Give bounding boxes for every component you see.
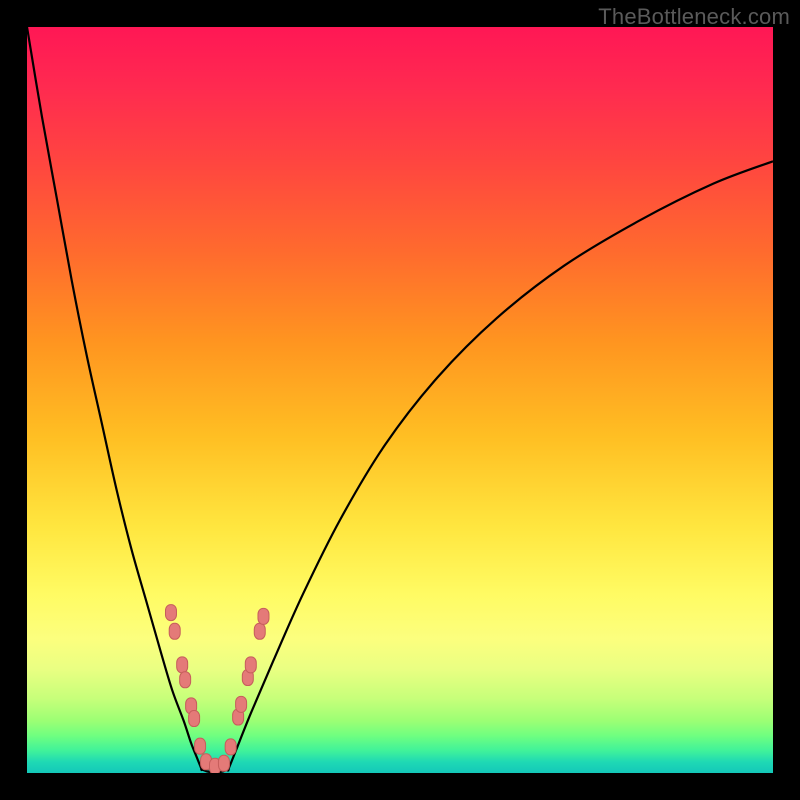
bead-marker bbox=[254, 623, 265, 639]
bead-marker bbox=[177, 657, 188, 673]
bead-marker bbox=[225, 739, 236, 755]
bead-marker bbox=[180, 672, 191, 688]
bottleneck-curve bbox=[27, 27, 773, 772]
watermark-text: TheBottleneck.com bbox=[598, 4, 790, 30]
bead-marker bbox=[258, 608, 269, 624]
chart-svg bbox=[27, 27, 773, 773]
plot-frame bbox=[27, 27, 773, 773]
bead-marker bbox=[218, 755, 229, 771]
bead-marker bbox=[189, 711, 200, 727]
bead-marker bbox=[169, 623, 180, 639]
bead-group bbox=[165, 605, 269, 773]
bead-marker bbox=[165, 605, 176, 621]
curve-group bbox=[27, 27, 773, 772]
bead-marker bbox=[245, 657, 256, 673]
bead-marker bbox=[195, 738, 206, 754]
bead-marker bbox=[236, 696, 247, 712]
